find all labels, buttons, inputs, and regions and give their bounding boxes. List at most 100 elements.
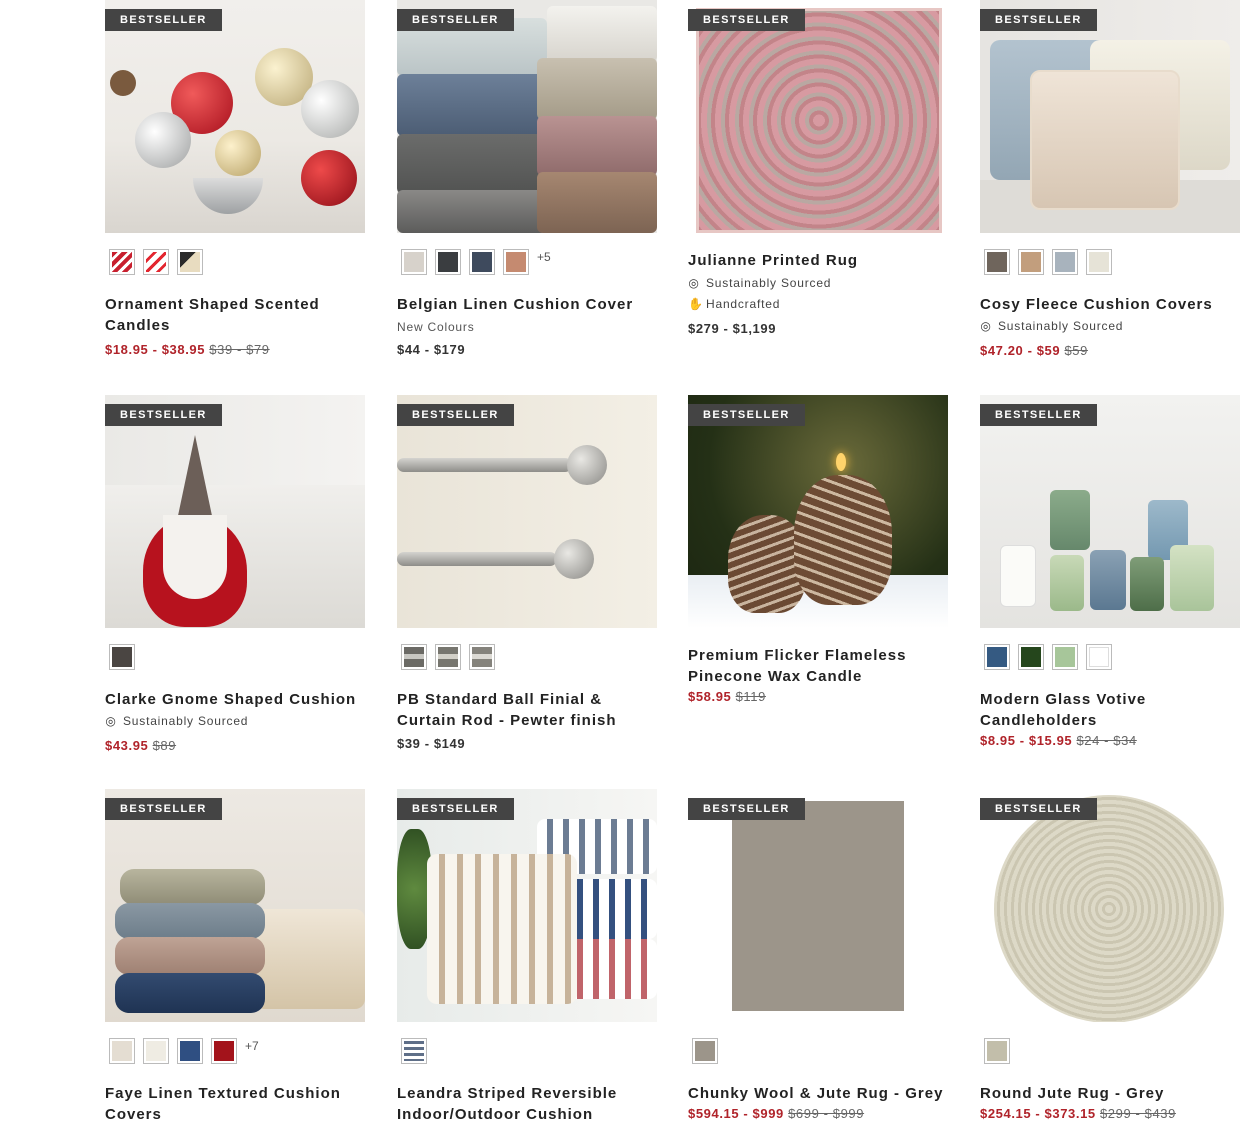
sale-price: $43.95 (105, 738, 149, 753)
swatch-color (404, 252, 424, 272)
swatch-camel[interactable] (1018, 249, 1044, 275)
product-image[interactable]: BESTSELLER (980, 395, 1240, 628)
globe-icon: ◎ (688, 276, 700, 290)
product-price: $594.15 - $999 $699 - $999 (688, 1104, 948, 1124)
product-price: $43.95 $89 (105, 736, 365, 756)
color-swatches (401, 1037, 657, 1065)
globe-icon: ◎ (105, 714, 117, 728)
product-title[interactable]: Cosy Fleece Cushion Covers (980, 294, 1240, 315)
swatch-stripe[interactable] (401, 1038, 427, 1064)
swatch-green[interactable] (1018, 644, 1044, 670)
product-title[interactable]: Faye Linen Textured Cushion Covers (105, 1083, 365, 1125)
swatch-gold[interactable] (177, 249, 203, 275)
swatch-pewter[interactable] (401, 644, 427, 670)
swatch-grey[interactable] (692, 1038, 718, 1064)
product-image[interactable]: BESTSELLER (397, 0, 657, 233)
product-price: $18.95 - $38.95 $39 - $79 (105, 340, 365, 360)
original-price: $299 - $439 (1099, 1106, 1176, 1121)
color-swatches (109, 248, 365, 276)
product-price: $279 - $1,199 (688, 319, 948, 339)
product-title[interactable]: Premium Flicker Flameless Pinecone Wax C… (688, 645, 948, 687)
swatch-white[interactable] (1086, 644, 1112, 670)
bestseller-badge: BESTSELLER (105, 798, 222, 820)
swatch-grey[interactable] (984, 1038, 1010, 1064)
product-card[interactable]: BESTSELLER Round Jute Rug - Grey $254.15… (980, 789, 1240, 1124)
product-image[interactable]: BESTSELLER (105, 0, 365, 233)
swatch-charcoal[interactable] (435, 249, 461, 275)
regular-price: $279 - $1,199 (688, 321, 777, 336)
swatch-blue[interactable] (1052, 249, 1078, 275)
product-card[interactable]: BESTSELLER Ornament Shaped Scented Candl… (105, 0, 365, 360)
swatch-silver[interactable] (469, 644, 495, 670)
product-title[interactable]: Belgian Linen Cushion Cover (397, 294, 657, 315)
swatch-blue[interactable] (984, 644, 1010, 670)
product-grid: BESTSELLER Ornament Shaped Scented Candl… (105, 0, 1245, 1126)
product-card[interactable]: BESTSELLER Modern Glass Votive Candlehol… (980, 395, 1240, 751)
product-title[interactable]: Julianne Printed Rug (688, 250, 948, 271)
attribute-sustainable: ◎ Sustainably Sourced (980, 316, 1240, 337)
swatch-bronze[interactable] (435, 644, 461, 670)
product-image[interactable]: BESTSELLER (105, 789, 365, 1022)
attribute-label: Handcrafted (706, 297, 781, 311)
product-image[interactable]: BESTSELLER (397, 789, 657, 1022)
product-image[interactable]: BESTSELLER (688, 395, 948, 628)
swatch-ivory[interactable] (1086, 249, 1112, 275)
regular-price: $44 - $179 (397, 342, 466, 357)
product-image[interactable]: BESTSELLER (980, 789, 1240, 1022)
product-title[interactable]: PB Standard Ball Finial & Curtain Rod - … (397, 689, 657, 731)
swatch-ivory[interactable] (143, 1038, 169, 1064)
product-title[interactable]: Modern Glass Votive Candleholders (980, 689, 1240, 731)
bestseller-badge: BESTSELLER (105, 9, 222, 31)
swatch-charcoal[interactable] (984, 249, 1010, 275)
product-price: $39 - $149 (397, 734, 657, 754)
swatch-oatmeal[interactable] (109, 1038, 135, 1064)
product-title[interactable]: Chunky Wool & Jute Rug - Grey (688, 1083, 948, 1104)
product-card[interactable]: BESTSELLER Clarke Gnome Shaped Cushion ◎… (105, 395, 365, 756)
attribute-handcrafted: ✋ Handcrafted (688, 294, 948, 315)
product-card[interactable]: BESTSELLER Julianne Printed Rug ◎ Sustai… (688, 0, 948, 339)
product-card[interactable]: BESTSELLER Chunky Wool & Jute Rug - Grey… (688, 789, 948, 1124)
product-price: $8.95 - $15.95 $24 - $34 (980, 731, 1240, 751)
swatch-navy[interactable] (177, 1038, 203, 1064)
more-swatches-link[interactable]: +7 (245, 1039, 259, 1053)
swatch-terracotta[interactable] (503, 249, 529, 275)
product-image[interactable]: BESTSELLER (980, 0, 1240, 233)
bestseller-badge: BESTSELLER (397, 9, 514, 31)
attribute-label: Sustainably Sourced (123, 714, 249, 728)
product-title[interactable]: Ornament Shaped Scented Candles (105, 294, 365, 336)
product-card[interactable]: BESTSELLER Premium Flicker Flameless Pin… (688, 395, 948, 707)
product-card[interactable]: BESTSELLER Cosy Fleece Cushion Covers ◎ … (980, 0, 1240, 361)
original-price: $89 (152, 738, 177, 753)
product-image[interactable]: BESTSELLER (688, 789, 948, 1022)
swatch-red-stripe[interactable] (109, 249, 135, 275)
bestseller-badge: BESTSELLER (397, 404, 514, 426)
attribute-sustainable: ◎ Sustainably Sourced (688, 273, 948, 294)
product-card[interactable]: BESTSELLER Leandra Striped Reversible In… (397, 789, 657, 1125)
swatch-navy[interactable] (469, 249, 495, 275)
product-title[interactable]: Clarke Gnome Shaped Cushion (105, 689, 365, 710)
product-card[interactable]: BESTSELLER PB Standard Ball Finial & Cur… (397, 395, 657, 754)
product-image[interactable]: BESTSELLER (688, 0, 948, 233)
attribute-label: Sustainably Sourced (998, 319, 1124, 333)
bestseller-badge: BESTSELLER (688, 9, 805, 31)
swatch-red[interactable] (211, 1038, 237, 1064)
bestseller-badge: BESTSELLER (980, 9, 1097, 31)
swatch-red-white-stripe[interactable] (143, 249, 169, 275)
product-title[interactable]: Leandra Striped Reversible Indoor/Outdoo… (397, 1083, 657, 1125)
swatch-grey[interactable] (109, 644, 135, 670)
more-swatches-link[interactable]: +5 (537, 250, 551, 264)
bestseller-badge: BESTSELLER (688, 404, 805, 426)
product-title[interactable]: Round Jute Rug - Grey (980, 1083, 1240, 1104)
attribute-sustainable: ◎ Sustainably Sourced (105, 711, 365, 732)
swatch-sage[interactable] (1052, 644, 1078, 670)
original-price: $59 (1064, 343, 1088, 358)
product-card[interactable]: BESTSELLER +5 Belgian Linen Cushion Cove… (397, 0, 657, 360)
product-image[interactable]: BESTSELLER (397, 395, 657, 628)
bestseller-badge: BESTSELLER (105, 404, 222, 426)
color-swatches (401, 643, 657, 671)
sale-price: $254.15 - $373.15 (980, 1106, 1096, 1121)
swatch-flax[interactable] (401, 249, 427, 275)
product-image[interactable]: BESTSELLER (105, 395, 365, 628)
product-price: $254.15 - $373.15 $299 - $439 (980, 1104, 1240, 1124)
product-card[interactable]: BESTSELLER +7 Faye Linen Textured Cushio… (105, 789, 365, 1125)
